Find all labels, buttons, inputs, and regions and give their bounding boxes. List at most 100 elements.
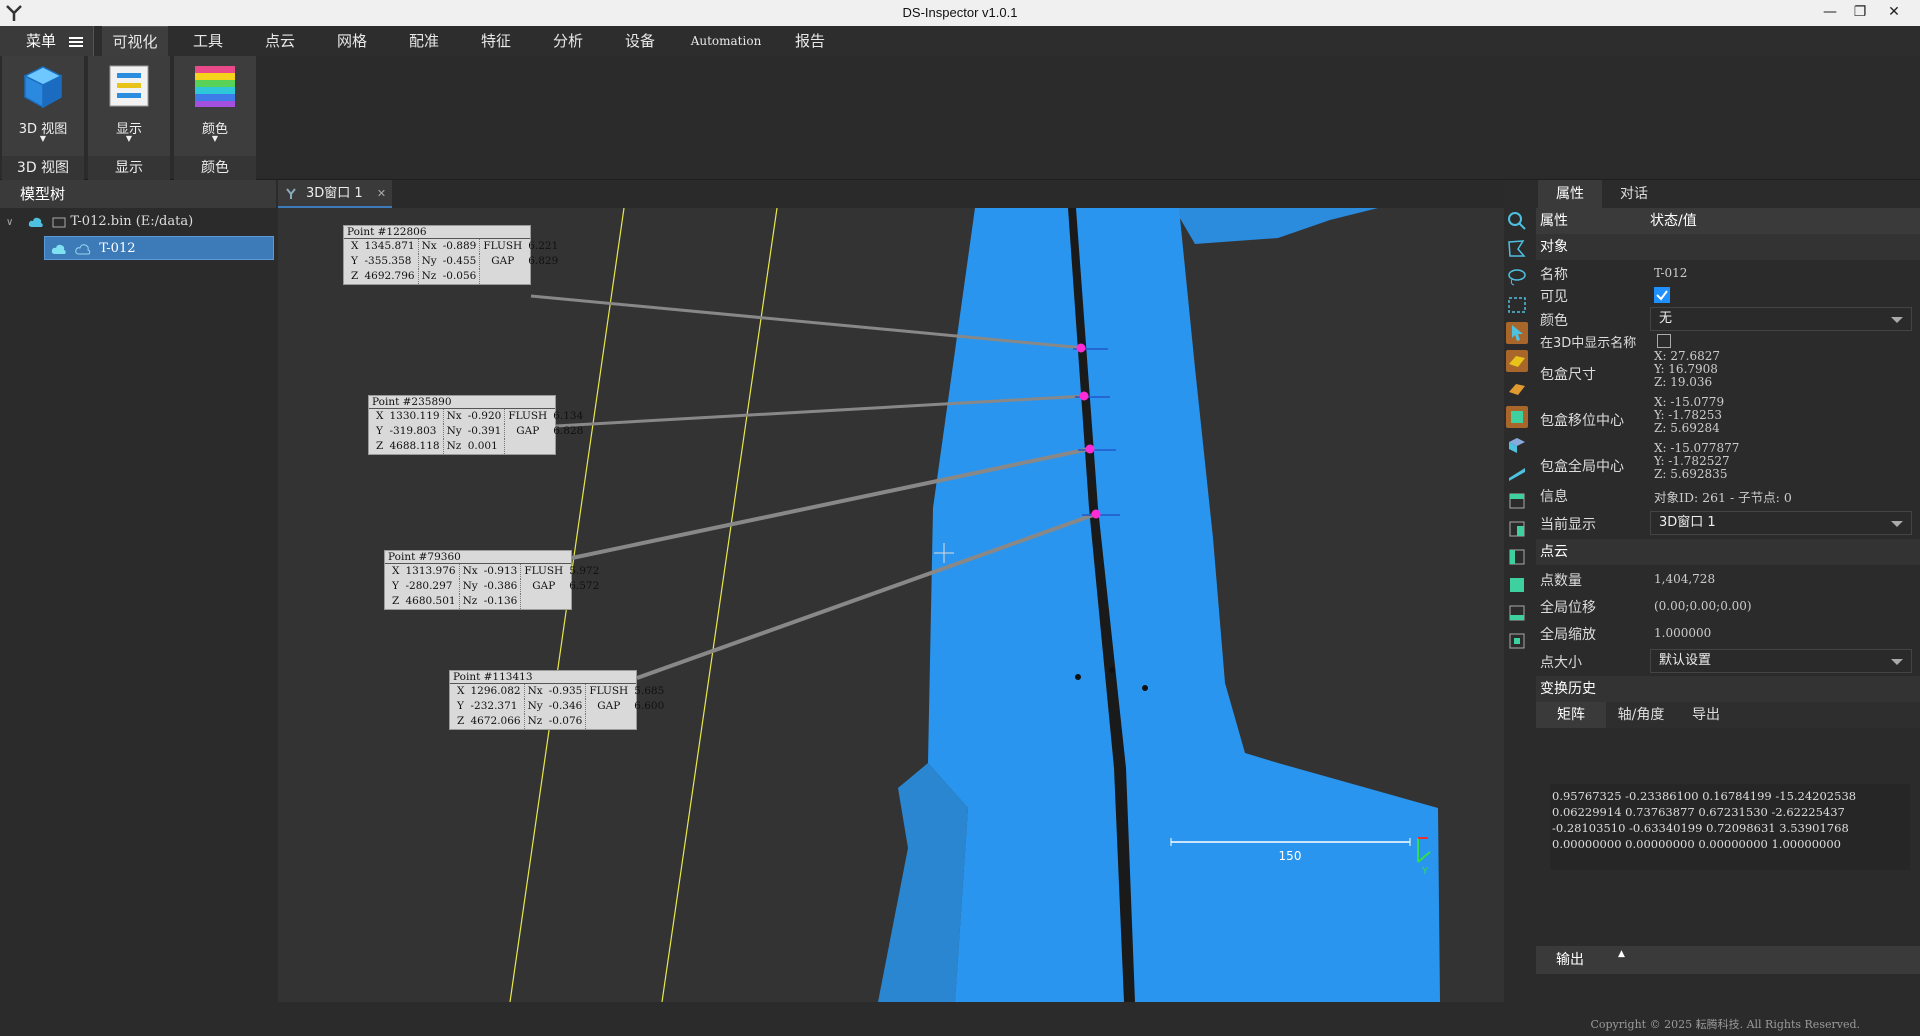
black-dot: [1075, 674, 1081, 680]
chevron-up-icon[interactable]: ▲: [1618, 940, 1625, 968]
minimize-button[interactable]: —: [1818, 2, 1842, 22]
gap-value: 6.829: [528, 255, 559, 267]
color-select[interactable]: 无: [1650, 307, 1912, 331]
view-back-icon[interactable]: [1506, 574, 1528, 596]
bbox-size-label: 包盒尺寸: [1540, 367, 1596, 383]
tab-automation[interactable]: Automation: [684, 26, 768, 56]
tab-mesh[interactable]: 网格: [324, 26, 380, 56]
field-label: Ny: [446, 425, 462, 437]
field-label: Z: [351, 270, 359, 282]
properties-panel: 属性 对话 属性 状态/值 对象 名称 T-012 可见 颜色 无 在3D中显示…: [1536, 180, 1920, 1006]
view-iso-icon[interactable]: [1506, 630, 1528, 652]
field-label: Y: [392, 580, 399, 592]
tab-analysis[interactable]: 分析: [540, 26, 596, 56]
point-size-select[interactable]: 默认设置: [1650, 649, 1912, 673]
tab-report[interactable]: 报告: [782, 26, 838, 56]
close-tab-icon[interactable]: ✕: [377, 187, 386, 200]
show-name-checkbox[interactable]: [1657, 334, 1671, 348]
chevron-down-icon[interactable]: ∨: [6, 211, 18, 235]
tab-3d-window-1[interactable]: 3D窗口 1 ✕: [278, 180, 392, 208]
close-button[interactable]: ✕: [1882, 2, 1906, 22]
points-label: 点数量: [1540, 573, 1582, 589]
polygon-select-icon[interactable]: [1506, 238, 1528, 260]
name-value: T-012: [1654, 266, 1688, 280]
restore-button[interactable]: ❐: [1848, 2, 1872, 22]
global-shift-value: (0.00;0.00;0.00): [1654, 599, 1752, 613]
axis-label-y: Y: [1421, 866, 1429, 877]
tab-registration[interactable]: 配准: [396, 26, 452, 56]
point-label-2[interactable]: Point #235890 X 1330.119 Nx -0.920 FLUSH 6.13…: [368, 395, 583, 455]
tab-axis-angle[interactable]: 轴/角度: [1606, 702, 1676, 728]
point-label-3[interactable]: Point #79360 X 1313.976 Nx -0.913 FLUSH 5.972…: [384, 550, 599, 610]
point-label-title: Point #113413: [450, 671, 636, 684]
tab-devices[interactable]: 设备: [612, 26, 668, 56]
zoom-fit-icon[interactable]: [1506, 210, 1528, 232]
tab-dialog[interactable]: 对话: [1602, 180, 1666, 208]
model-tree-panel: 模型树 ∨ T-012.bin (E:/data) T-012: [0, 180, 276, 1006]
field-label: Z: [392, 595, 400, 607]
visible-checkbox[interactable]: [1654, 287, 1670, 303]
rect-select-icon[interactable]: [1506, 294, 1528, 316]
y-value: -355.358: [361, 254, 419, 269]
point-cloud-lower-left-region: [878, 763, 968, 1002]
tab-matrix[interactable]: 矩阵: [1536, 702, 1606, 728]
hamburger-icon: [68, 35, 83, 49]
window-title: DS-Inspector v1.0.1: [902, 5, 1018, 20]
nx-value: -0.935: [545, 684, 587, 699]
tab-point-cloud[interactable]: 点云: [252, 26, 308, 56]
lasso-select-icon[interactable]: [1506, 266, 1528, 288]
point-label-table: X 1296.082 Nx -0.935 FLUSH 5.685 Y -232.371 Ny -…: [454, 684, 667, 729]
box-face-icon[interactable]: [1506, 406, 1528, 428]
3d-viewport[interactable]: 150 Y Point #122806 X 1345.871 Nx -0.889 FLU…: [278, 208, 1504, 1002]
3d-view-button[interactable]: 3D 视图 ▼: [2, 56, 84, 152]
tab-visualization[interactable]: 可视化: [102, 26, 168, 56]
3d-window: 3D窗口 1 ✕ 150 Y Point #122806 X 1345.871 …: [278, 180, 1504, 1002]
section-point-cloud: 点云: [1536, 539, 1920, 565]
point-size-label: 点大小: [1540, 655, 1582, 671]
surface-icon[interactable]: [1506, 350, 1528, 372]
field-label: X: [376, 410, 384, 422]
plane-icon[interactable]: [1506, 378, 1528, 400]
section-icon[interactable]: [1506, 462, 1528, 484]
view-top-icon[interactable]: [1506, 490, 1528, 512]
point-label-title: Point #235890: [369, 396, 555, 409]
y-value: -319.803: [386, 424, 444, 439]
transform-matrix[interactable]: 0.95767325 -0.23386100 0.16784199 -15.24…: [1550, 784, 1910, 870]
display-button[interactable]: 显示 ▼: [88, 56, 170, 152]
tab-features[interactable]: 特征: [468, 26, 524, 56]
global-scale-value: 1.000000: [1654, 626, 1712, 640]
field-label: Z: [457, 715, 465, 727]
model-tree-title: 模型树: [0, 180, 276, 208]
point-label-table: X 1330.119 Nx -0.920 FLUSH 6.134 Y -319.803 Ny -…: [373, 409, 586, 454]
chevron-down-icon: [1891, 521, 1903, 527]
color-button[interactable]: 颜色 ▼: [174, 56, 256, 152]
nx-value: -0.913: [480, 564, 522, 579]
show-name-label: 在3D中显示名称: [1540, 336, 1637, 351]
folder-icon: [52, 217, 66, 227]
field-label: Nx: [446, 410, 462, 422]
point-label-title: Point #79360: [385, 551, 571, 564]
flush-value: 6.134: [553, 410, 584, 422]
cloud-icon: [51, 244, 66, 254]
point-size-value: 默认设置: [1659, 653, 1712, 668]
point-label-1[interactable]: Point #122806 X 1345.871 Nx -0.889 FLUSH 6.22…: [343, 225, 558, 285]
view-right-icon[interactable]: [1506, 518, 1528, 540]
tree-item-file[interactable]: ∨ T-012.bin (E:/data): [6, 210, 274, 234]
tab-properties[interactable]: 属性: [1538, 180, 1602, 208]
pointer-icon[interactable]: [1506, 322, 1528, 344]
output-panel-bar[interactable]: 输出 ▲: [1536, 946, 1920, 974]
tree-item-t012[interactable]: T-012: [44, 236, 274, 260]
point-label-4[interactable]: Point #113413 X 1296.082 Nx -0.935 FLUSH 5.68…: [449, 670, 664, 730]
view-bottom-icon[interactable]: [1506, 602, 1528, 624]
scale-bar-label: 150: [1279, 849, 1302, 863]
tab-export[interactable]: 导出: [1676, 702, 1736, 728]
main-menu-button[interactable]: 菜单: [0, 26, 94, 56]
tab-tools[interactable]: 工具: [180, 26, 236, 56]
name-label: 名称: [1540, 267, 1568, 283]
bbox-global-z: Z: 5.692835: [1654, 467, 1728, 481]
chevron-down-icon: [1891, 317, 1903, 323]
view-left-icon[interactable]: [1506, 546, 1528, 568]
field-label: Nz: [446, 440, 462, 452]
view-front-icon[interactable]: [1506, 434, 1528, 456]
current-display-select[interactable]: 3D窗口 1: [1650, 511, 1912, 535]
